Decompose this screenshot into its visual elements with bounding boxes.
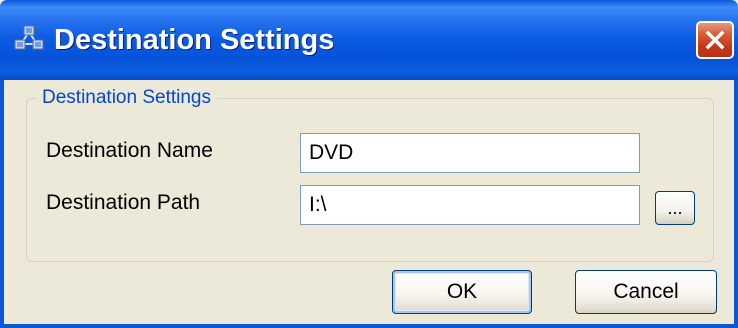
close-button[interactable] (696, 21, 734, 59)
ok-button[interactable]: OK (392, 270, 532, 314)
window-frame-right (734, 80, 738, 328)
network-nodes-icon (14, 24, 44, 54)
close-x-icon (705, 30, 725, 50)
window-title: Destination Settings (54, 24, 335, 56)
cancel-button[interactable]: Cancel (575, 270, 717, 314)
destination-settings-dialog: Destination Settings Destination Setting… (0, 0, 738, 328)
title-bar[interactable]: Destination Settings (0, 0, 738, 80)
destination-path-input[interactable] (300, 185, 640, 225)
destination-name-label: Destination Name (46, 139, 213, 162)
destination-settings-group (26, 98, 714, 262)
window-frame-left (0, 80, 4, 328)
browse-button[interactable]: ... (655, 191, 695, 225)
destination-path-label: Destination Path (46, 191, 201, 214)
group-legend: Destination Settings (36, 87, 217, 109)
window-frame-bottom (0, 324, 738, 328)
destination-name-input[interactable] (300, 133, 640, 173)
